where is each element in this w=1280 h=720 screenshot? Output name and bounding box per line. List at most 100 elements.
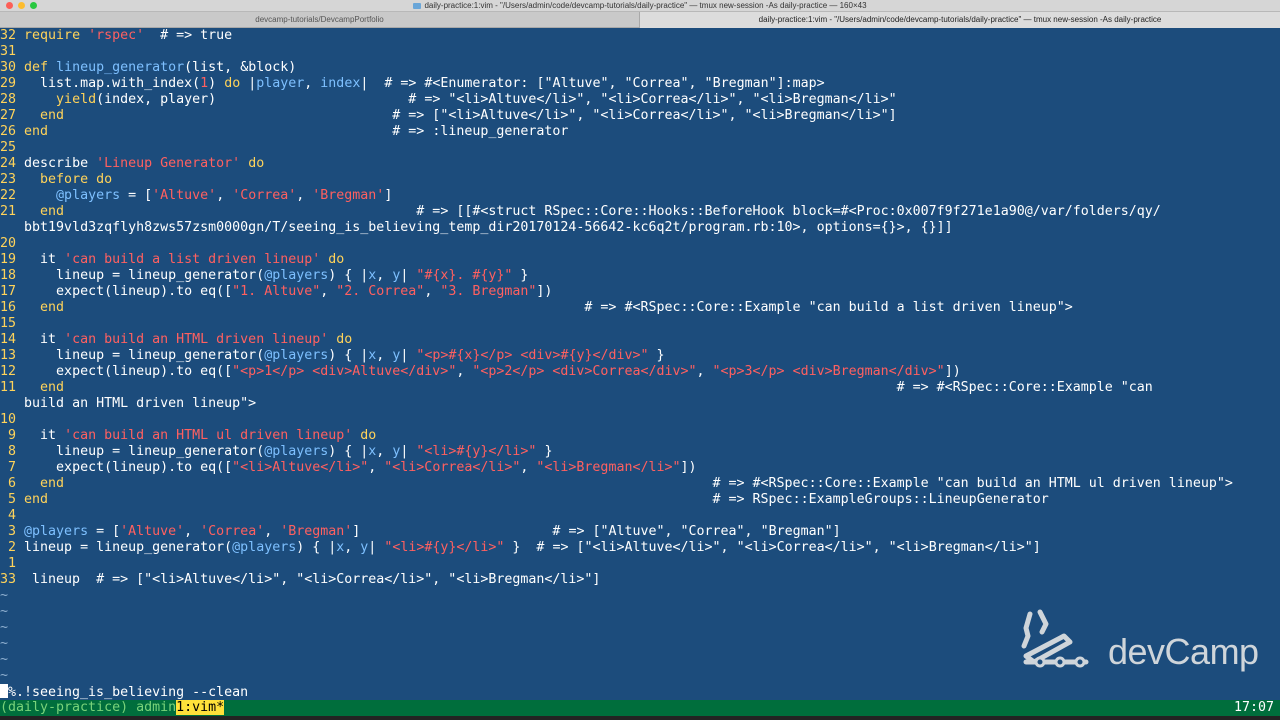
- line-number: 15: [0, 316, 25, 331]
- code-line[interactable]: 14 it 'can build an HTML driven lineup' …: [0, 332, 352, 348]
- code-line[interactable]: 12 expect(lineup).to eq(["<p>1</p> <div>…: [0, 364, 961, 380]
- code-token: end: [24, 492, 49, 507]
- code-line[interactable]: bbt19vld3zqflyh8zws57zsm0000gn/T/seeing_…: [0, 220, 953, 236]
- code-token: "<li>Correa</li>": [384, 460, 521, 475]
- code-token: # => #<RSpec::Core::Example "can build a…: [64, 476, 1233, 491]
- code-token: end: [24, 380, 65, 395]
- line-number: 33: [0, 572, 33, 587]
- code-token: }: [512, 268, 529, 283]
- line-number: 4: [0, 508, 25, 523]
- code-token: @players: [232, 540, 297, 555]
- empty-line-tilde: ~: [0, 620, 9, 635]
- line-number: 26: [0, 124, 25, 139]
- line-number: 30: [0, 60, 25, 75]
- tmux-active-window[interactable]: 1:vim*: [176, 700, 225, 715]
- code-token: 'Correa': [232, 188, 297, 203]
- code-token: 'Correa': [200, 524, 265, 539]
- line-number: 29: [0, 76, 25, 91]
- code-line[interactable]: 23 before do: [0, 172, 112, 188]
- code-token: ,: [264, 524, 281, 539]
- line-number: 2: [0, 540, 25, 555]
- code-token: ) { |: [328, 444, 369, 459]
- code-line[interactable]: 4: [0, 508, 24, 524]
- code-token: it: [24, 252, 65, 267]
- code-line[interactable]: 19 it 'can build a list driven lineup' d…: [0, 252, 344, 268]
- code-line[interactable]: 26 end # => :lineup_generator: [0, 124, 568, 140]
- code-token: }: [648, 348, 665, 363]
- code-line[interactable]: 1: [0, 556, 24, 572]
- code-token: ,: [320, 284, 337, 299]
- code-line[interactable]: 20: [0, 236, 24, 252]
- line-number: 24: [0, 156, 25, 171]
- code-token: @players: [264, 268, 329, 283]
- tab-devcamp-portfolio[interactable]: devcamp-tutorials/DevcampPortfolio: [0, 12, 640, 28]
- code-line[interactable]: 5 end # => RSpec::ExampleGroups::LineupG…: [0, 492, 1049, 508]
- code-token: } # => ["<li>Altuve</li>", "<li>Correa</…: [504, 540, 1041, 555]
- code-line[interactable]: 18 lineup = lineup_generator(@players) {…: [0, 268, 528, 284]
- empty-line-tilde: ~: [0, 588, 9, 603]
- code-token: it: [24, 332, 65, 347]
- code-line[interactable]: build an HTML driven lineup">: [0, 396, 256, 412]
- vim-command-line[interactable]: %.!seeing_is_believing --clean: [0, 684, 1280, 700]
- code-line[interactable]: 13 lineup = lineup_generator(@players) {…: [0, 348, 665, 364]
- code-token: ,: [376, 444, 393, 459]
- code-line[interactable]: 8 lineup = lineup_generator(@players) { …: [0, 444, 552, 460]
- code-token: # => [[#<struct RSpec::Core::Hooks::Befo…: [64, 204, 1161, 219]
- line-number: 6: [0, 476, 25, 491]
- code-token: @players: [264, 348, 329, 363]
- code-line[interactable]: 16 end # => #<RSpec::Core::Example "can …: [0, 300, 1073, 316]
- empty-line-tilde: ~: [0, 604, 9, 619]
- code-token: ) { |: [296, 540, 337, 555]
- bottom-edge: [0, 716, 1280, 720]
- code-line[interactable]: 3 @players = ['Altuve', 'Correa', 'Bregm…: [0, 524, 841, 540]
- code-token: ,: [216, 188, 233, 203]
- code-line[interactable]: 22 @players = ['Altuve', 'Correa', 'Breg…: [0, 188, 392, 204]
- code-token: |: [400, 348, 417, 363]
- code-token: lineup_generator: [56, 60, 185, 75]
- code-token: # => ["<li>Altuve</li>", "<li>Correa</li…: [64, 108, 897, 123]
- code-line[interactable]: 10: [0, 412, 24, 428]
- vim-editor[interactable]: 32 require 'rspec' # => true 31 30 def li…: [0, 28, 1280, 700]
- code-line[interactable]: 2 lineup = lineup_generator(@players) { …: [0, 540, 1041, 556]
- code-token: "<li>Altuve</li>": [232, 460, 369, 475]
- code-token: end: [24, 204, 65, 219]
- code-line[interactable]: 6 end # => #<RSpec::Core::Example "can b…: [0, 476, 1233, 492]
- code-line[interactable]: 17 expect(lineup).to eq(["1. Altuve", "2…: [0, 284, 552, 300]
- code-token: 'can build an HTML ul driven lineup': [64, 428, 353, 443]
- code-line[interactable]: 11 end # => #<RSpec::Core::Example "can: [0, 380, 1153, 396]
- code-token: # => #<RSpec::Core::Example "can: [64, 380, 1153, 395]
- code-line[interactable]: 31: [0, 44, 24, 60]
- code-line[interactable]: 15: [0, 316, 24, 332]
- code-line[interactable]: 29 list.map.with_index(1) do |player, in…: [0, 76, 825, 92]
- code-line[interactable]: 27 end # => ["<li>Altuve</li>", "<li>Cor…: [0, 108, 897, 124]
- code-token: before do: [24, 172, 113, 187]
- tab-daily-practice[interactable]: daily-practice:1:vim - "/Users/admin/cod…: [640, 12, 1280, 28]
- code-line[interactable]: 33 lineup # => ["<li>Altuve</li>", "<li>…: [0, 572, 600, 588]
- code-line[interactable]: 32 require 'rspec' # => true: [0, 28, 232, 44]
- code-line[interactable]: 9 it 'can build an HTML ul driven lineup…: [0, 428, 376, 444]
- code-line[interactable]: 25: [0, 140, 24, 156]
- code-token: ): [208, 76, 225, 91]
- code-token: ,: [304, 76, 321, 91]
- code-line[interactable]: 30 def lineup_generator(list, &block): [0, 60, 296, 76]
- code-token: "2. Correa": [336, 284, 425, 299]
- code-token: ,: [376, 348, 393, 363]
- code-line[interactable]: 28 yield(index, player) # => "<li>Altuve…: [0, 92, 897, 108]
- code-token: "<li>Bregman</li>": [536, 460, 681, 475]
- line-number: 17: [0, 284, 25, 299]
- code-line[interactable]: 24 describe 'Lineup Generator' do: [0, 156, 264, 172]
- line-number: 11: [0, 380, 25, 395]
- empty-line-tilde: ~: [0, 636, 9, 651]
- line-number: 32: [0, 28, 25, 43]
- devcamp-logo-icon: [1021, 609, 1089, 668]
- code-token: ]): [536, 284, 553, 299]
- code-token: 'Altuve': [152, 188, 217, 203]
- code-token: end: [24, 300, 65, 315]
- tmux-status-bar: (daily-practice) admin1:vim* 17:07: [0, 700, 1280, 716]
- code-token: ]: [384, 188, 393, 203]
- code-line[interactable]: 7 expect(lineup).to eq(["<li>Altuve</li>…: [0, 460, 697, 476]
- code-token: lineup = lineup_generator(: [24, 444, 265, 459]
- code-token: lineup = lineup_generator(: [24, 268, 265, 283]
- code-line[interactable]: 21 end # => [[#<struct RSpec::Core::Hook…: [0, 204, 1161, 220]
- code-token: index: [320, 76, 361, 91]
